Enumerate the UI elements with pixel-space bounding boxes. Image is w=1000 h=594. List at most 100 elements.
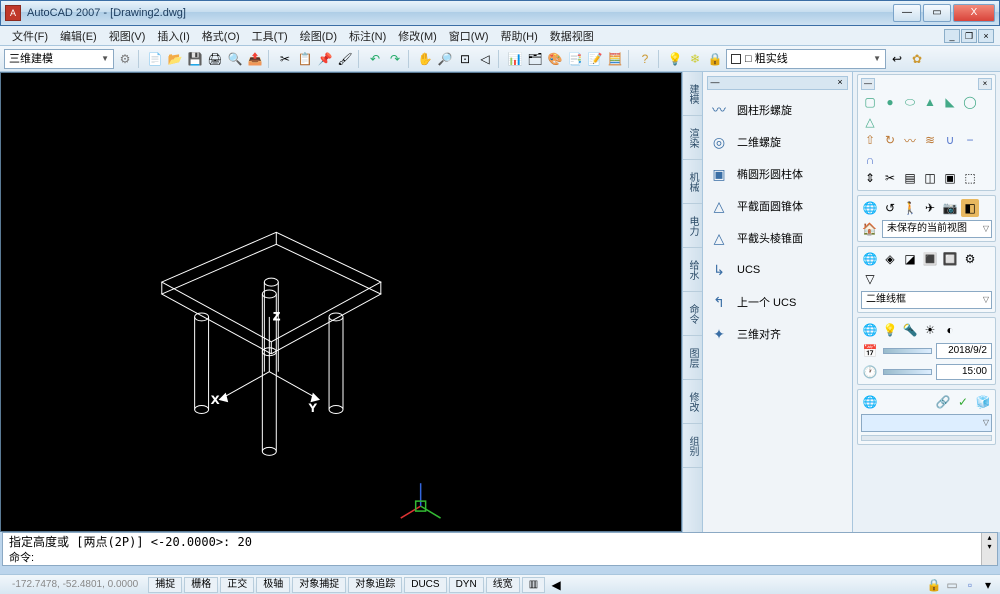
palette-min-icon[interactable]: —: [708, 77, 722, 89]
zoom-prev-icon[interactable]: ◁: [476, 50, 494, 68]
gear-icon[interactable]: ⚙: [116, 50, 134, 68]
minimize-button[interactable]: —: [893, 4, 921, 22]
torus-icon[interactable]: ◯: [961, 93, 979, 111]
copy-icon[interactable]: 📋: [296, 50, 314, 68]
cut-icon[interactable]: ✂: [276, 50, 294, 68]
palette-tab-mechanical[interactable]: 机械: [683, 160, 702, 204]
qcalc-icon[interactable]: 🧮: [606, 50, 624, 68]
zoom-window-icon[interactable]: ⊡: [456, 50, 474, 68]
vs-manage-icon[interactable]: ⚙: [961, 250, 979, 268]
sun-icon[interactable]: 🌐: [861, 321, 879, 339]
vs-hidden-icon[interactable]: ◪: [901, 250, 919, 268]
mdi-restore[interactable]: ❐: [961, 29, 977, 43]
mat-remove-icon[interactable]: ✓: [954, 393, 972, 411]
intersect-icon[interactable]: ∩: [861, 151, 879, 169]
perspective-icon[interactable]: ◧: [961, 199, 979, 217]
orbit-icon[interactable]: 🌐: [861, 199, 879, 217]
palette-tab-modify[interactable]: 修改: [683, 380, 702, 424]
palette-tab-plumbing[interactable]: 给水: [683, 248, 702, 292]
time-field[interactable]: 15:00: [936, 364, 993, 380]
model-toggle[interactable]: ▥: [522, 577, 545, 593]
light3-icon[interactable]: ☀: [921, 321, 939, 339]
palette-tab-electrical[interactable]: 电力: [683, 204, 702, 248]
drawing-canvas[interactable]: X Y Z: [0, 72, 682, 532]
presspull-icon[interactable]: ⇕: [861, 169, 879, 187]
match-icon[interactable]: 🖌: [336, 50, 354, 68]
palette-tab-group[interactable]: 组别: [683, 424, 702, 468]
markup-icon[interactable]: 📝: [586, 50, 604, 68]
menu-view[interactable]: 视图(V): [103, 26, 152, 46]
light2-icon[interactable]: 🔦: [901, 321, 919, 339]
material-slider[interactable]: [861, 435, 992, 441]
loft-icon[interactable]: ≋: [921, 131, 939, 149]
menu-dataview[interactable]: 数据视图: [544, 26, 600, 46]
vs-realistic-icon[interactable]: 🔳: [921, 250, 939, 268]
vs-conceptual-icon[interactable]: 🔲: [941, 250, 959, 268]
pyramid2-icon[interactable]: △: [861, 113, 879, 131]
sphere-icon[interactable]: ●: [881, 93, 899, 111]
camera-icon[interactable]: 📷: [941, 199, 959, 217]
palette-tab-render[interactable]: 渲染: [683, 116, 702, 160]
revolve-icon[interactable]: ↻: [881, 131, 899, 149]
menu-window[interactable]: 窗口(W): [443, 26, 495, 46]
mat-globe-icon[interactable]: 🌐: [861, 393, 879, 411]
workspace-selector[interactable]: 三维建模: [4, 49, 114, 69]
command-prompt[interactable]: 命令:: [3, 549, 981, 565]
properties-icon[interactable]: 📊: [506, 50, 524, 68]
mdi-minimize[interactable]: _: [944, 29, 960, 43]
preview-icon[interactable]: 🔍: [226, 50, 244, 68]
help-icon[interactable]: ?: [636, 50, 654, 68]
swivel-icon[interactable]: ↺: [881, 199, 899, 217]
cylinder-icon[interactable]: ⬭: [901, 93, 919, 111]
mdi-close[interactable]: ×: [978, 29, 994, 43]
section-icon[interactable]: ▤: [901, 169, 919, 187]
ducs-toggle[interactable]: DUCS: [404, 577, 446, 593]
mat-attach-icon[interactable]: 🔗: [934, 393, 952, 411]
menu-draw[interactable]: 绘图(D): [294, 26, 343, 46]
lwt-toggle[interactable]: 线宽: [486, 577, 520, 593]
panel-close-icon[interactable]: ×: [978, 78, 992, 90]
close-button[interactable]: X: [953, 4, 995, 22]
layer-lightbulb-icon[interactable]: 💡: [666, 50, 684, 68]
dyn-toggle[interactable]: DYN: [449, 577, 484, 593]
lock-icon[interactable]: 🔒: [926, 577, 942, 593]
menu-modify[interactable]: 修改(M): [392, 26, 443, 46]
box-icon[interactable]: ▢: [861, 93, 879, 111]
palette-close-icon[interactable]: ×: [833, 77, 847, 89]
slice-icon[interactable]: ✂: [881, 169, 899, 187]
menu-file[interactable]: 文件(F): [6, 26, 54, 46]
designcenter-icon[interactable]: 🗂: [526, 50, 544, 68]
palette-tab-command[interactable]: 命令: [683, 292, 702, 336]
date-field[interactable]: 2018/9/2: [936, 343, 993, 359]
command-window[interactable]: 指定高度或 [两点(2P)] <-20.0000>: 20 命令: ▴ ▾: [2, 532, 998, 566]
grid-toggle[interactable]: 栅格: [184, 577, 218, 593]
otrack-toggle[interactable]: 对象追踪: [348, 577, 402, 593]
tool-ucs[interactable]: ↳UCS: [707, 254, 848, 286]
status-left-icon[interactable]: ◀: [547, 576, 565, 594]
tool-frustum-cone[interactable]: △平截面圆锥体: [707, 190, 848, 222]
fly-icon[interactable]: ✈: [921, 199, 939, 217]
undo-icon[interactable]: ↶: [366, 50, 384, 68]
zoom-icon[interactable]: 🔎: [436, 50, 454, 68]
sheet-icon[interactable]: 📑: [566, 50, 584, 68]
toolpalette-icon[interactable]: 🎨: [546, 50, 564, 68]
tool-3dalign[interactable]: ✦三维对齐: [707, 318, 848, 350]
menu-help[interactable]: 帮助(H): [495, 26, 544, 46]
layer-combo[interactable]: □ 粗实线: [726, 49, 886, 69]
layer-states-icon[interactable]: ✿: [908, 50, 926, 68]
extrude-icon[interactable]: ⇧: [861, 131, 879, 149]
union-icon[interactable]: ∪: [941, 131, 959, 149]
cone3-icon[interactable]: ▲: [921, 93, 939, 111]
expand-icon[interactable]: ▾: [980, 577, 996, 593]
material-combo[interactable]: [861, 414, 992, 432]
palette-tab-layer[interactable]: 图层: [683, 336, 702, 380]
vs-2dwire-icon[interactable]: 🌐: [861, 250, 879, 268]
open-icon[interactable]: 📂: [166, 50, 184, 68]
shell-icon[interactable]: ⬚: [961, 169, 979, 187]
edge-icon[interactable]: ◫: [921, 169, 939, 187]
new-icon[interactable]: 📄: [146, 50, 164, 68]
layer-prev-icon[interactable]: ↩: [888, 50, 906, 68]
light1-icon[interactable]: 💡: [881, 321, 899, 339]
ortho-toggle[interactable]: 正交: [220, 577, 254, 593]
tool-helix-2d[interactable]: ◎二维螺旋: [707, 126, 848, 158]
